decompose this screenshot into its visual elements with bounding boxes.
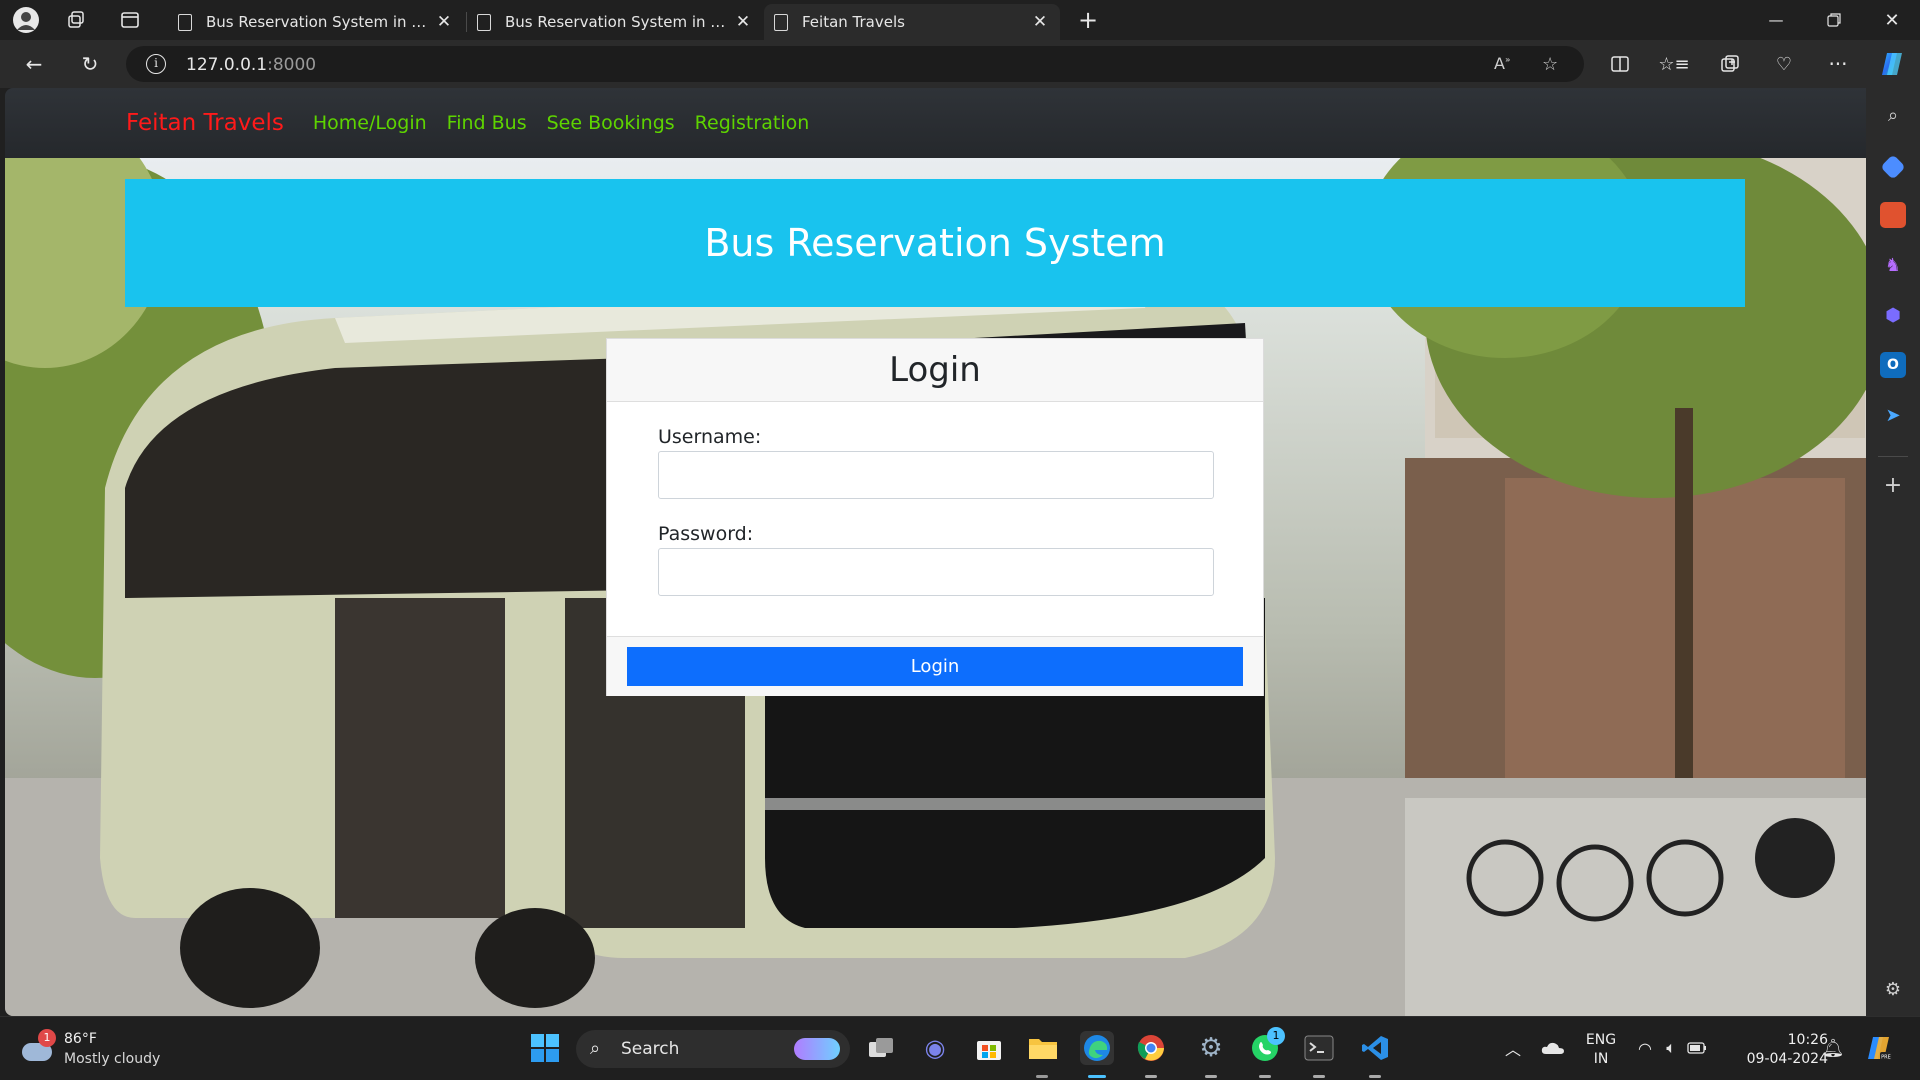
language-indicator[interactable]: ENG IN	[1582, 1031, 1620, 1069]
favorite-star-icon[interactable]: ☆	[1542, 54, 1558, 75]
weather-condition: Mostly cloudy	[64, 1051, 161, 1067]
site-info-icon[interactable]: i	[146, 54, 166, 74]
wifi-icon[interactable]: ◠	[1632, 1031, 1658, 1065]
workspaces-icon[interactable]	[60, 4, 92, 36]
password-label: Password:	[658, 523, 754, 545]
username-input[interactable]	[658, 451, 1214, 499]
copilot-icon[interactable]	[1876, 48, 1908, 80]
file-explorer-icon[interactable]	[1026, 1031, 1060, 1065]
restore-icon[interactable]	[1806, 0, 1862, 40]
taskbar-search[interactable]: ⌕ Search	[576, 1030, 850, 1068]
browser-tab-strip: Bus Reservation System in Djang ✕ Bus Re…	[0, 0, 1920, 40]
teams-chat-icon[interactable]: ◉	[918, 1031, 952, 1065]
edge-browser-icon[interactable]	[1080, 1031, 1114, 1065]
tab-bus-reservation-2[interactable]: Bus Reservation System in Djang ✕	[467, 4, 763, 40]
microsoft-365-icon[interactable]: ⬢	[1880, 302, 1906, 328]
tab-title: Bus Reservation System in Djang	[505, 13, 733, 31]
tab-feitan-travels[interactable]: Feitan Travels ✕	[764, 4, 1060, 40]
favorites-icon[interactable]: ☆≡	[1658, 48, 1690, 80]
clock[interactable]: 10:26 09-04-2024	[1732, 1031, 1828, 1069]
password-input[interactable]	[658, 548, 1214, 596]
edge-sidebar: ⌕ ♞ ⬢ O ➤ + ⚙	[1866, 88, 1920, 1016]
browser-essentials-icon[interactable]: ♡	[1768, 48, 1800, 80]
plus-icon[interactable]: +	[1880, 472, 1906, 498]
tab-title: Feitan Travels	[802, 13, 905, 31]
svg-text:PRE: PRE	[1881, 1055, 1891, 1061]
terminal-icon[interactable]	[1302, 1031, 1336, 1065]
whatsapp-badge: 1	[1267, 1027, 1285, 1045]
profile-avatar-icon[interactable]	[10, 4, 42, 36]
web-page: Feitan Travels Home/Login Find Bus See B…	[5, 88, 1866, 1016]
search-label: Search	[621, 1039, 680, 1059]
tab-title: Bus Reservation System in Djang	[206, 13, 434, 31]
plus-icon[interactable]: +	[1072, 4, 1104, 36]
chevron-up-icon[interactable]: ︿	[1496, 1031, 1530, 1065]
chrome-icon[interactable]	[1134, 1031, 1168, 1065]
nav-see-bookings[interactable]: See Bookings	[547, 112, 675, 134]
read-aloud-icon[interactable]: A»	[1494, 54, 1510, 73]
copilot-preview-icon[interactable]: PRE	[1862, 1031, 1896, 1065]
weather-badge: 1	[38, 1029, 56, 1047]
brand-logo-text[interactable]: Feitan Travels	[126, 110, 284, 136]
close-icon[interactable]: ✕	[1030, 12, 1050, 32]
shopping-tag-icon[interactable]	[1880, 154, 1906, 180]
address-bar[interactable]: i 127.0.0.1:8000 A» ☆	[126, 46, 1584, 82]
back-arrow-icon[interactable]: ←	[18, 48, 50, 80]
site-navbar: Feitan Travels Home/Login Find Bus See B…	[5, 88, 1866, 158]
minimize-icon[interactable]: —	[1748, 0, 1804, 40]
username-label: Username:	[658, 426, 762, 448]
collections-icon[interactable]	[1714, 48, 1746, 80]
nav-registration[interactable]: Registration	[695, 112, 810, 134]
page-icon	[477, 13, 491, 31]
nav-find-bus[interactable]: Find Bus	[447, 112, 527, 134]
notification-bell-icon[interactable]: 🔔︎	[1818, 1031, 1848, 1065]
hero-banner: Bus Reservation System	[125, 179, 1745, 307]
clock-time: 10:26	[1787, 1032, 1828, 1048]
search-highlight-icon	[794, 1038, 840, 1060]
onedrive-cloud-icon[interactable]	[1536, 1031, 1570, 1065]
battery-icon[interactable]	[1684, 1031, 1710, 1065]
hero-title: Bus Reservation System	[704, 221, 1166, 265]
url-text[interactable]: 127.0.0.1:8000	[186, 55, 316, 75]
tab-bus-reservation-1[interactable]: Bus Reservation System in Djang ✕	[168, 4, 464, 40]
more-options-icon[interactable]: ···	[1822, 48, 1854, 80]
close-window-icon[interactable]: ✕	[1864, 0, 1920, 40]
weather-temperature: 86°F	[64, 1031, 97, 1047]
split-screen-icon[interactable]	[1604, 48, 1636, 80]
close-icon[interactable]: ✕	[434, 12, 454, 32]
login-button[interactable]: Login	[627, 647, 1243, 686]
volume-icon[interactable]: 🔈︎	[1658, 1031, 1684, 1065]
search-icon: ⌕	[590, 1038, 601, 1059]
login-card: Login Username: Password: Login	[606, 338, 1264, 696]
login-card-footer: Login	[607, 636, 1263, 696]
windows-taskbar: 1 86°F Mostly cloudy ⌕ Search ◉ ⚙ 1 ︿ EN…	[0, 1016, 1920, 1080]
settings-gear-icon[interactable]: ⚙	[1880, 976, 1906, 1002]
games-icon[interactable]: ♞	[1880, 252, 1906, 278]
nav-home-login[interactable]: Home/Login	[313, 112, 427, 134]
page-icon	[178, 13, 192, 31]
microsoft-store-icon[interactable]	[972, 1031, 1006, 1065]
page-icon	[774, 13, 788, 31]
tools-briefcase-icon[interactable]	[1880, 202, 1906, 228]
close-icon[interactable]: ✕	[733, 12, 753, 32]
windows-start-icon[interactable]	[528, 1031, 562, 1065]
settings-app-icon[interactable]: ⚙	[1194, 1031, 1228, 1065]
task-view-icon[interactable]	[864, 1031, 898, 1065]
login-card-header: Login	[607, 339, 1263, 402]
clock-date: 09-04-2024	[1746, 1051, 1828, 1067]
vertical-tabs-icon[interactable]	[114, 4, 146, 36]
login-title: Login	[889, 350, 981, 390]
outlook-icon[interactable]: O	[1880, 352, 1906, 378]
vscode-icon[interactable]	[1358, 1031, 1392, 1065]
weather-widget[interactable]: 1 86°F Mostly cloudy	[22, 1029, 162, 1071]
browser-toolbar: ← ↻ i 127.0.0.1:8000 A» ☆ ☆≡ ♡ ···	[0, 40, 1920, 88]
refresh-icon[interactable]: ↻	[74, 48, 106, 80]
search-icon[interactable]: ⌕	[1880, 102, 1906, 128]
drop-send-icon[interactable]: ➤	[1880, 402, 1906, 428]
